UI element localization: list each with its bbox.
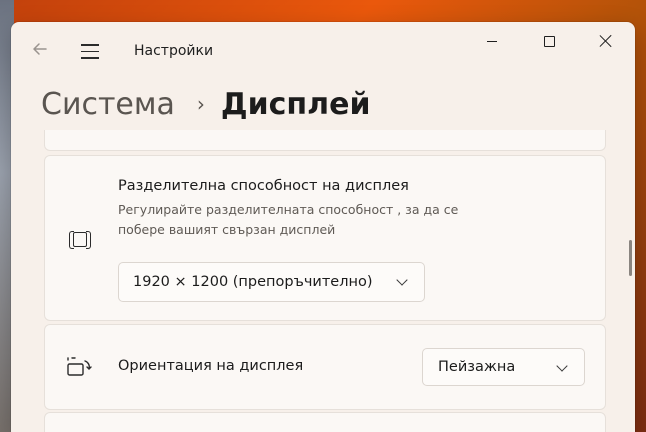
page-title: Дисплей [220, 86, 371, 122]
title-bar: Настройки [11, 22, 635, 62]
app-title: Настройки [134, 43, 214, 59]
back-button[interactable] [29, 40, 51, 62]
chevron-down-icon [556, 360, 568, 372]
orientation-label: Ориентация на дисплея [118, 358, 304, 374]
settings-window: Настройки Система › Дисплей Разделителна… [11, 22, 635, 432]
minimize-button[interactable] [469, 30, 515, 52]
chevron-down-icon [396, 274, 408, 286]
close-icon [600, 35, 612, 47]
hamburger-menu-icon[interactable] [81, 44, 99, 59]
resolution-description: Регулирайте разделителната способност , … [118, 202, 459, 237]
scrollbar-thumb[interactable] [629, 240, 632, 276]
orientation-card: Ориентация на дисплея Пейзажна [44, 324, 606, 410]
orientation-value: Пейзажна [438, 359, 516, 375]
back-arrow-icon [33, 43, 47, 55]
resolution-value: 1920 × 1200 (препоръчително) [133, 274, 373, 290]
rotate-display-icon [65, 355, 93, 379]
resolution-card: Разделителна способност на дисплея Регул… [44, 155, 606, 321]
next-setting-card [44, 412, 606, 432]
resolution-dropdown[interactable]: 1920 × 1200 (препоръчително) [118, 262, 425, 302]
resolution-title: Разделителна способност на дисплея [118, 178, 409, 194]
breadcrumb: Система › Дисплей [41, 82, 370, 126]
previous-setting-card [44, 130, 606, 151]
breadcrumb-separator: › [196, 92, 205, 116]
breadcrumb-parent[interactable]: Система [41, 87, 175, 122]
close-button[interactable] [583, 30, 629, 52]
minimize-icon [487, 40, 497, 42]
maximize-icon [543, 35, 555, 47]
maximize-button[interactable] [526, 30, 572, 52]
orientation-dropdown[interactable]: Пейзажна [422, 348, 585, 386]
resolution-icon [69, 231, 91, 249]
